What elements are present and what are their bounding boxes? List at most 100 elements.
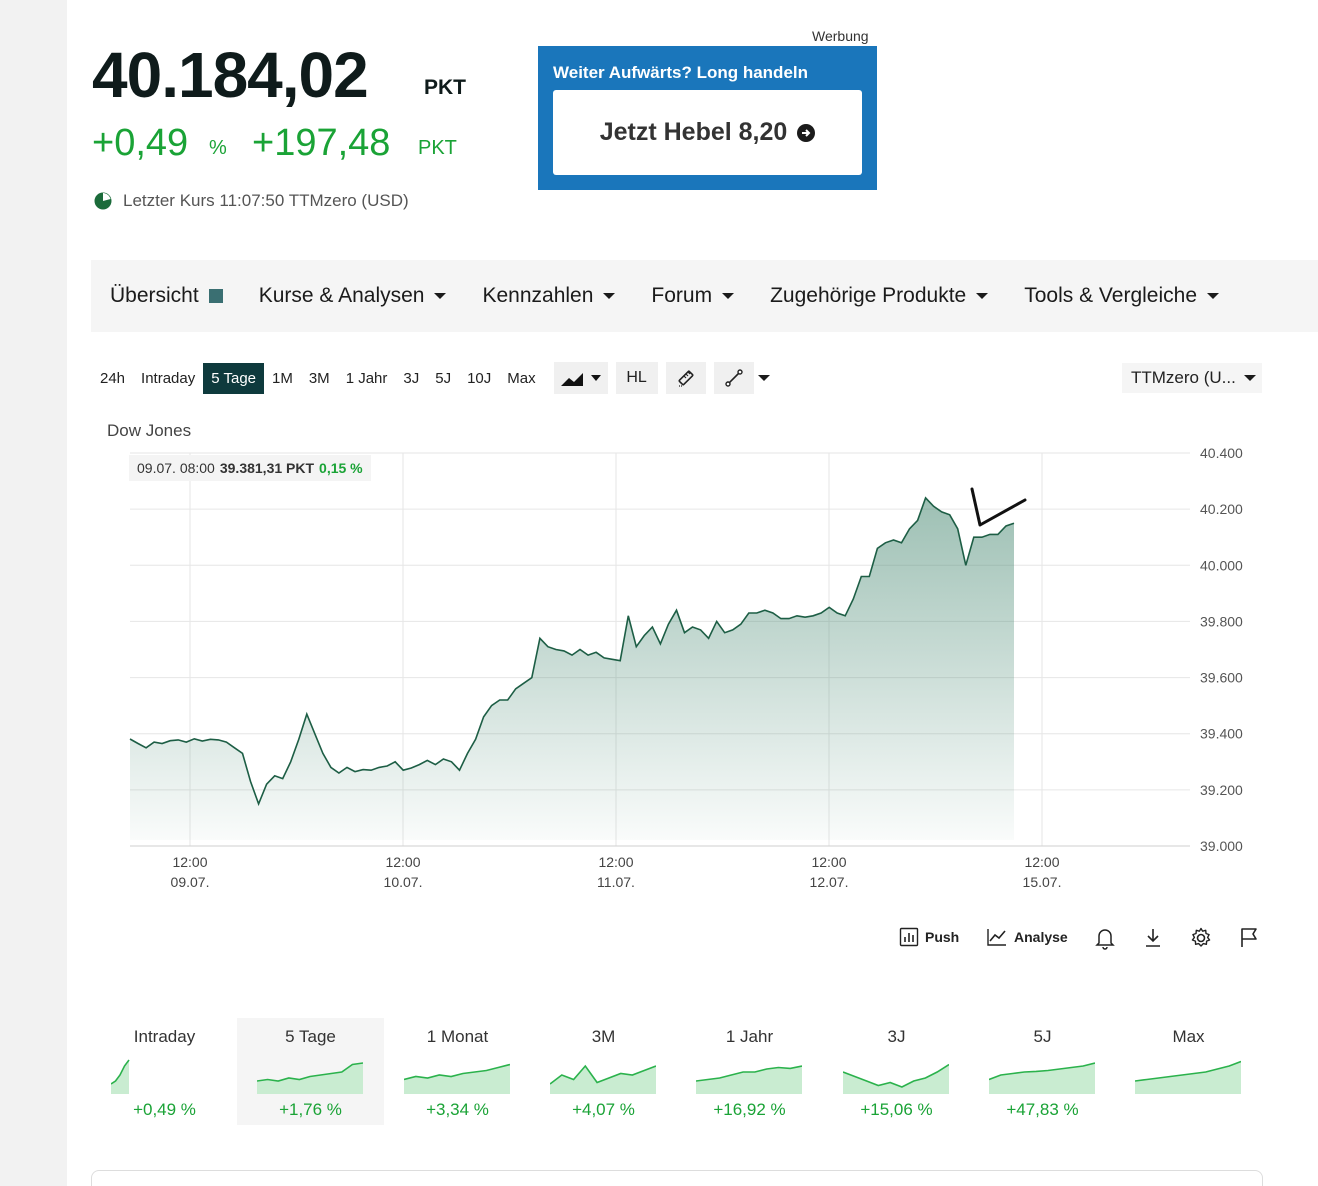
push-button[interactable]: Push (899, 927, 959, 947)
change-percent: +0,49 (92, 122, 189, 164)
change-percent-symbol: % (209, 137, 227, 159)
hl-toggle-button[interactable]: HL (615, 362, 658, 394)
performance-value: +1,76 % (279, 1100, 342, 1119)
performance-sparkline (1135, 1060, 1241, 1094)
arrow-right-circle-icon (797, 123, 816, 142)
performance-tile[interactable]: 3M +4,07 % (530, 1018, 677, 1125)
x-tick-label: 15.07. (1023, 874, 1062, 890)
performance-label: 3M (591, 1027, 616, 1046)
performance-value: +15,06 % (860, 1100, 933, 1119)
nav-kennzahlen-label: Kennzahlen (482, 284, 594, 307)
range-1m[interactable]: 1M (264, 363, 301, 394)
clock-icon (94, 192, 112, 210)
gear-icon[interactable] (1190, 927, 1212, 949)
download-icon[interactable] (1143, 927, 1163, 949)
range-5j[interactable]: 5J (427, 363, 459, 394)
last-trade-info: Letzter Kurs 11:07:50 TTMzero (USD) (94, 191, 409, 211)
ad-banner[interactable]: Weiter Aufwärts? Long handeln Jetzt Hebe… (538, 46, 877, 190)
performance-sparkline (843, 1063, 949, 1094)
draw-line-tool-button[interactable] (713, 362, 754, 394)
performance-sparkline (404, 1063, 510, 1094)
performance-tile[interactable]: 5J +47,83 % (969, 1018, 1116, 1125)
performance-tile[interactable]: Intraday +0,49 % (91, 1018, 238, 1125)
chart-area-fill (130, 497, 1014, 840)
y-tick-label: 39.400 (1200, 726, 1243, 742)
y-tick-label: 40.000 (1200, 557, 1243, 573)
performance-label: Max (1172, 1027, 1205, 1046)
performance-tile[interactable]: 1 Monat +3,34 % (384, 1018, 531, 1125)
y-tick-label: 39.200 (1200, 782, 1243, 798)
bottom-card (91, 1170, 1263, 1186)
x-tick-label: 12:00 (811, 854, 846, 870)
tooltip-datetime: 09.07. 08:00 (137, 460, 215, 476)
nav-kurse-analysen[interactable]: Kurse & Analysen (259, 284, 447, 308)
performance-label: 5J (1033, 1027, 1052, 1046)
nav-zugehoerige-produkte[interactable]: Zugehörige Produkte (770, 284, 989, 308)
y-tick-label: 40.400 (1200, 445, 1243, 461)
x-tick-label: 12:00 (385, 854, 420, 870)
price-chart[interactable]: 40.400 40.200 40.000 39.800 39.600 39.400 39.2… (0, 440, 1318, 900)
x-tick-label: 12.07. (810, 874, 849, 890)
performance-label: 5 Tage (285, 1027, 336, 1046)
performance-tile[interactable]: Max (1115, 1018, 1262, 1125)
x-tick-label: 10.07. (384, 874, 423, 890)
nav-overview-label: Übersicht (110, 284, 199, 307)
range-intraday[interactable]: Intraday (133, 363, 203, 394)
data-source-select[interactable]: TTMzero (U... (1122, 363, 1262, 393)
range-5-tage[interactable]: 5 Tage (203, 362, 264, 394)
data-source-value: TTMzero (U... (1131, 368, 1236, 387)
range-10j[interactable]: 10J (459, 363, 499, 394)
analyse-label: Analyse (1014, 929, 1068, 945)
analyse-button[interactable]: Analyse (986, 927, 1068, 947)
ruler-tool-button[interactable] (665, 362, 706, 394)
nav-tools-vergleiche[interactable]: Tools & Vergleiche (1024, 284, 1220, 308)
performance-value: +47,83 % (1006, 1100, 1079, 1119)
chevron-down-icon (603, 293, 616, 299)
main-navigation: Übersicht Kurse & Analysen Kennzahlen Fo… (91, 260, 1318, 332)
x-tick-label: 12:00 (172, 854, 207, 870)
performance-label: 3J (887, 1027, 906, 1046)
line-chart-icon (987, 929, 1006, 946)
chart-type-dropdown[interactable] (553, 362, 608, 394)
performance-label: 1 Jahr (725, 1027, 774, 1046)
range-max[interactable]: Max (499, 363, 543, 394)
x-axis: 12:00 09.07. 12:00 10.07. 12:00 11.07. 12:00 12… (171, 854, 1062, 890)
nav-overview[interactable]: Übersicht (110, 284, 223, 308)
bar-chart-icon (899, 927, 919, 947)
range-3j[interactable]: 3J (395, 363, 427, 394)
draw-tools-dropdown[interactable] (757, 362, 770, 394)
flag-icon[interactable] (1239, 927, 1259, 949)
y-tick-label: 40.200 (1200, 501, 1243, 517)
chart-tooltip: 09.07. 08:00 39.381,31 PKT 0,15 % (129, 455, 371, 481)
performance-sparkline (111, 1059, 130, 1094)
performance-tile[interactable]: 3J +15,06 % (823, 1018, 970, 1125)
performance-sparkline (696, 1065, 802, 1094)
performance-tile[interactable]: 5 Tage +1,76 % (237, 1018, 384, 1125)
chevron-down-icon (434, 293, 447, 299)
chevron-down-icon (757, 375, 770, 381)
performance-sparkline (550, 1064, 656, 1094)
nav-tools-vergleiche-label: Tools & Vergleiche (1024, 284, 1198, 307)
performance-value: +16,92 % (713, 1100, 786, 1119)
performance-tile[interactable]: 1 Jahr +16,92 % (676, 1018, 823, 1125)
nav-kennzahlen[interactable]: Kennzahlen (482, 284, 616, 308)
chevron-down-icon (722, 293, 735, 299)
x-tick-label: 12:00 (598, 854, 633, 870)
x-tick-label: 09.07. (171, 874, 210, 890)
range-3m[interactable]: 3M (301, 363, 338, 394)
bell-icon[interactable] (1094, 926, 1116, 950)
nav-forum[interactable]: Forum (651, 284, 735, 308)
y-axis: 40.400 40.200 40.000 39.800 39.600 39.400 39.2… (1200, 445, 1243, 854)
drawn-annotation (970, 487, 1027, 527)
ad-cta-button[interactable]: Jetzt Hebel 8,20 (553, 90, 862, 175)
sparkline-area (111, 1060, 129, 1094)
price-unit: PKT (424, 76, 466, 99)
x-tick-label: 12:00 (1024, 854, 1059, 870)
performance-label: 1 Monat (426, 1027, 489, 1046)
range-1-jahr[interactable]: 1 Jahr (338, 363, 396, 394)
chevron-down-icon (1207, 293, 1220, 299)
sparkline-area (696, 1066, 802, 1094)
change-absolute: +197,48 (252, 122, 391, 164)
performance-value: +0,49 % (133, 1100, 196, 1119)
range-24h[interactable]: 24h (92, 363, 133, 394)
